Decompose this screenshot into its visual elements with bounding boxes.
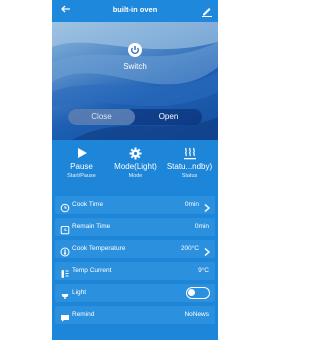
back-arrow-icon[interactable] [58, 3, 74, 19]
play-icon [54, 146, 109, 160]
open-close-segmented-control: Close Open [68, 109, 202, 125]
remind-row: Remind NoNews [55, 306, 215, 324]
device-panel: built-in oven Switch Close Open Pause St… [52, 0, 218, 340]
steam-icon [162, 146, 217, 160]
light-label: Light [72, 289, 87, 296]
mode-value: Mode(Light) [114, 162, 157, 171]
status-caption: Status [181, 173, 198, 179]
temp-current-value: 9°C [198, 267, 209, 274]
page-title: built-in oven [112, 5, 158, 14]
gear-icon [108, 146, 163, 160]
top-bar: built-in oven [52, 0, 218, 22]
cook-temperature-label: Cook Temperature [72, 245, 126, 252]
cook-time-value: 0min [184, 201, 199, 208]
edit-pencil-icon[interactable] [200, 4, 214, 18]
chevron-right-icon [203, 244, 211, 257]
open-button[interactable]: Open [135, 109, 202, 125]
remind-value: NoNews [184, 311, 209, 318]
temp-gauge-icon [60, 266, 70, 278]
chevron-right-icon [203, 200, 211, 213]
light-toggle[interactable] [186, 287, 210, 299]
start-pause-caption: Start/Pause [67, 173, 96, 179]
thermometer-icon [60, 244, 70, 257]
start-pause-control[interactable]: Pause Start/Pause [54, 146, 109, 179]
mode-caption: Mode [128, 173, 143, 179]
hero-panel: Switch Close Open [52, 22, 218, 140]
control-strip: Pause Start/Pause Mode(Light) Mode Statu… [52, 140, 218, 188]
toggle-knob [188, 289, 195, 296]
status-value: Statu...ndby) [166, 162, 213, 171]
alarm-icon [60, 222, 70, 235]
clock-icon [60, 200, 70, 213]
light-row: Light [55, 284, 215, 302]
chat-icon [60, 310, 70, 322]
cook-time-row[interactable]: Cook Time 0min [55, 196, 215, 214]
mode-control[interactable]: Mode(Light) Mode [108, 146, 163, 179]
remain-time-label: Remain Time [72, 223, 111, 230]
cook-temperature-row[interactable]: Cook Temperature 200°C [55, 240, 215, 258]
remain-time-row: Remain Time 0min [55, 218, 215, 236]
temp-current-label: Temp Current [72, 267, 112, 274]
lamp-icon [60, 288, 70, 299]
switch-label: Switch [123, 62, 147, 71]
close-button[interactable]: Close [68, 109, 135, 125]
cook-time-label: Cook Time [72, 201, 104, 208]
power-icon[interactable] [127, 42, 143, 58]
cook-temperature-value: 200°C [180, 245, 199, 252]
remind-label: Remind [72, 311, 95, 318]
temp-current-row: Temp Current 9°C [55, 262, 215, 280]
start-pause-value: Pause [70, 162, 93, 171]
remain-time-value: 0min [194, 223, 209, 230]
status-control[interactable]: Statu...ndby) Status [162, 146, 217, 179]
